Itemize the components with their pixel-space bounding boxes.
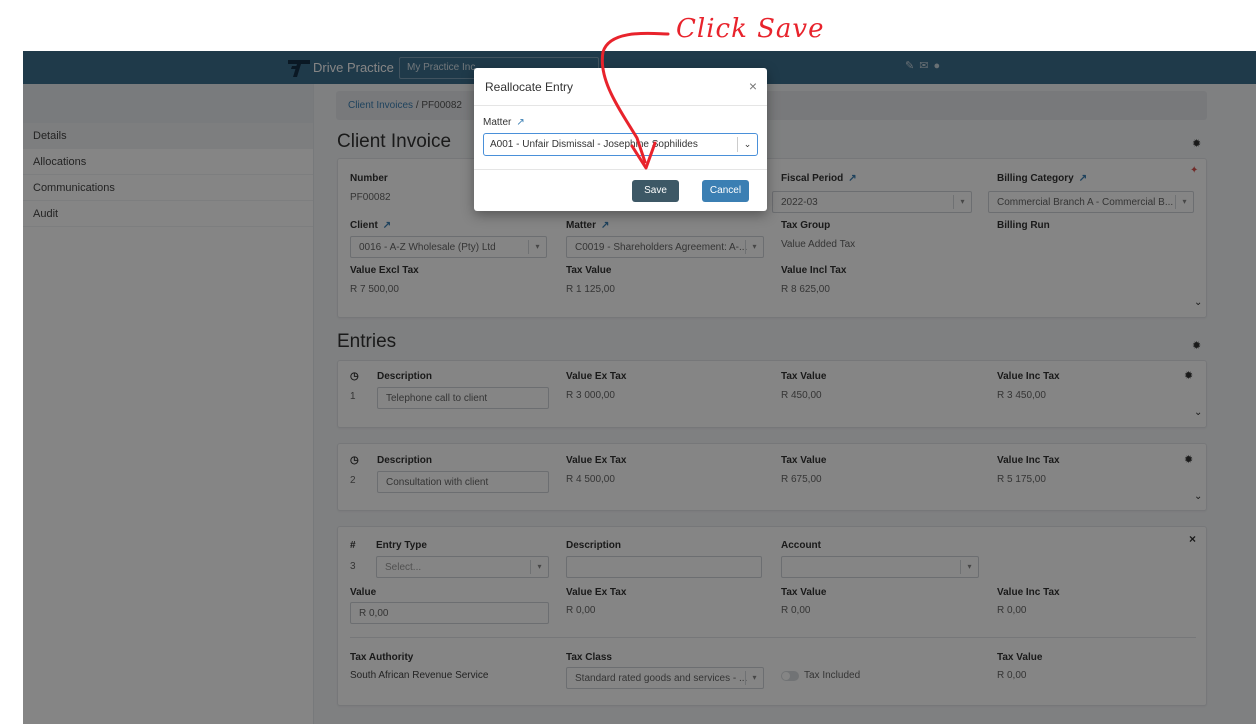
annotation-arrow	[600, 31, 670, 170]
